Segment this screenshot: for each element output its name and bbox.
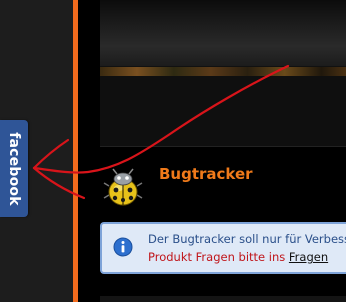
fragen-link[interactable]: Fragen xyxy=(289,250,328,264)
facebook-tab[interactable]: facebook xyxy=(0,120,28,217)
info-icon xyxy=(113,237,133,257)
notice-text-line1: Der Bugtracker soll nur für Verbess xyxy=(148,232,346,246)
ladybug-icon xyxy=(103,168,143,206)
info-notice: Der Bugtracker soll nur für Verbess Prod… xyxy=(100,222,346,274)
divider xyxy=(100,146,346,147)
section-title: Bugtracker xyxy=(159,165,253,183)
banner-lower-panel xyxy=(100,76,346,146)
header-banner xyxy=(100,0,346,66)
facebook-tab-label: facebook xyxy=(6,131,22,206)
bottom-bar xyxy=(100,296,346,302)
notice-text-line2: Produkt Fragen bitte ins Fragen xyxy=(148,250,328,264)
notice-line2-prefix: Produkt Fragen bitte ins xyxy=(148,250,289,264)
